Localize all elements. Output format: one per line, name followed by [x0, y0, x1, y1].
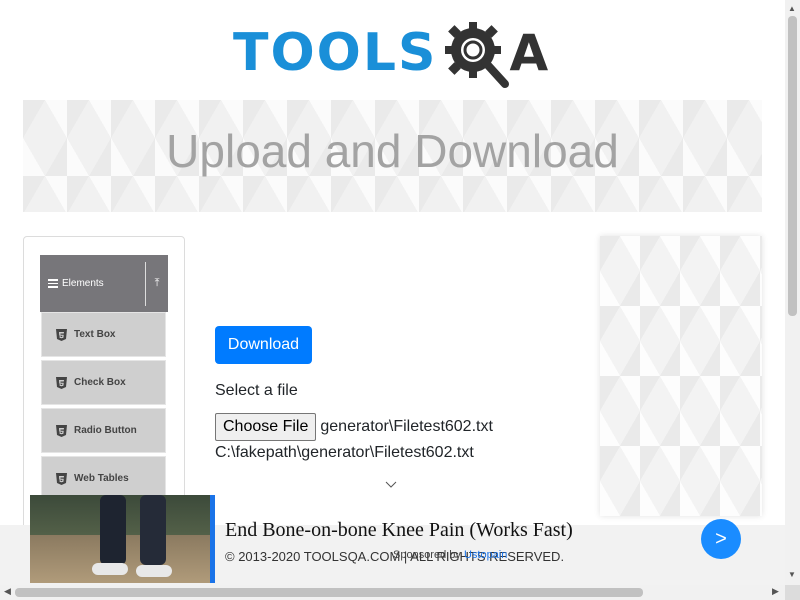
vertical-scrollbar[interactable]: ▲ ▼ [785, 0, 800, 585]
scroll-up-icon[interactable]: ▲ [788, 4, 796, 13]
ad-sponsor: Sponsored by Ustopain [393, 549, 507, 561]
ad-image-shoe [92, 563, 128, 575]
sidebar-item-label: Check Box [74, 377, 126, 388]
sidebar-item-label: Web Tables [74, 473, 129, 484]
sidebar-item-label: Radio Button [74, 425, 137, 436]
sidebar-group-elements[interactable]: Elements ⤒ [40, 255, 168, 312]
scroll-down-icon[interactable]: ▼ [788, 570, 796, 579]
site-logo[interactable]: TOOLS A [233, 14, 557, 92]
logo-text-a: A [509, 24, 549, 82]
ad-image[interactable] [30, 495, 215, 583]
hamburger-icon [48, 279, 58, 288]
scroll-left-icon[interactable]: ◀ [4, 586, 11, 597]
horizontal-scroll-thumb[interactable] [15, 588, 643, 597]
horizontal-scrollbar[interactable]: ◀ ▶ [0, 585, 785, 600]
left-sidebar: Elements ⤒ Text Box Check Box Radio Butt… [23, 236, 185, 536]
logo-text-tools: TOOLS [233, 23, 438, 83]
chevron-down-icon[interactable] [385, 478, 397, 490]
choose-file-button[interactable]: Choose File [215, 413, 317, 441]
sidebar-item-text-box[interactable]: Text Box [41, 312, 166, 357]
ad-image-leg [140, 495, 166, 565]
html5-icon [56, 424, 67, 437]
scrollbar-corner [785, 585, 800, 600]
uploaded-file-path: C:\fakepath\generator\Filetest602.txt [215, 444, 474, 461]
sidebar-item-label: Text Box [74, 329, 116, 340]
chosen-file-name: generator\Filetest602.txt [320, 418, 493, 435]
html5-icon [56, 472, 67, 485]
download-button[interactable]: Download [215, 326, 312, 364]
file-upload-input[interactable]: Choose File generator\Filetest602.txt [215, 413, 493, 441]
html5-icon [56, 376, 67, 389]
select-file-label: Select a file [215, 382, 298, 399]
collapse-up-icon[interactable]: ⤒ [146, 277, 168, 290]
vertical-scroll-thumb[interactable] [788, 16, 797, 316]
right-ad-panel [600, 236, 762, 516]
chevron-right-icon: > [715, 527, 727, 550]
page-banner: Upload and Download [23, 100, 762, 212]
scroll-right-icon[interactable]: ▶ [772, 586, 779, 597]
page: TOOLS A Upload and Download Elements ⤒ T… [0, 0, 800, 600]
ad-next-arrow-button[interactable]: > [701, 519, 741, 559]
html5-icon [56, 328, 67, 341]
ad-title-link[interactable]: End Bone-on-bone Knee Pain (Works Fast) [225, 519, 573, 542]
sidebar-item-check-box[interactable]: Check Box [41, 360, 166, 405]
sidebar-group-label: Elements [62, 278, 104, 289]
ad-sponsor-prefix: Sponsored by [393, 549, 461, 561]
ad-image-leg [100, 495, 126, 565]
sidebar-item-radio-button[interactable]: Radio Button [41, 408, 166, 453]
gear-magnifier-icon [441, 18, 511, 88]
ad-image-shoe [136, 565, 172, 577]
ad-sponsor-brand[interactable]: Ustopain [464, 549, 507, 561]
page-title: Upload and Download [166, 125, 619, 177]
